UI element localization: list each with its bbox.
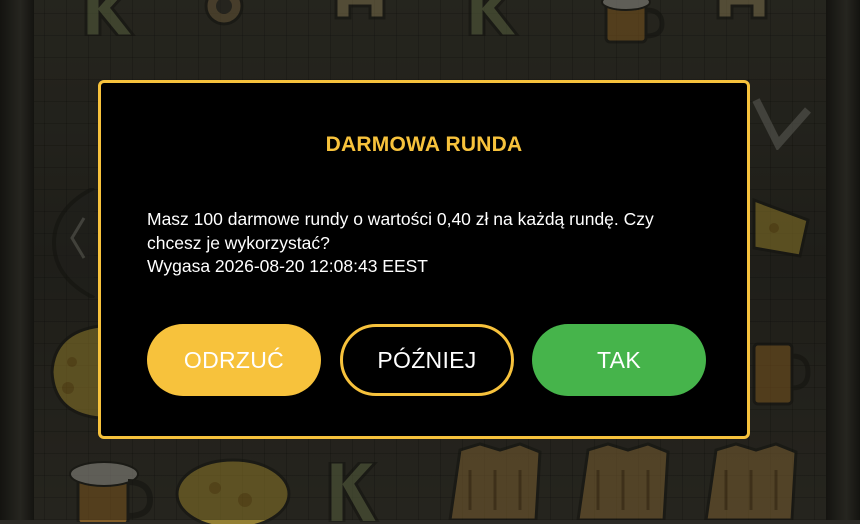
accept-button[interactable]: TAK: [532, 324, 706, 396]
dialog-title: DARMOWA RUNDA: [325, 133, 523, 156]
expiry-text: Wygasa 2026-08-20 12:08:43 EEST: [147, 256, 428, 276]
free-rounds-dialog: DARMOWA RUNDA Masz 100 darmowe rundy o w…: [98, 80, 750, 439]
later-button[interactable]: PÓŹNIEJ: [340, 324, 514, 396]
decline-button[interactable]: ODRZUĆ: [147, 324, 321, 396]
dialog-body: Masz 100 darmowe rundy o wartości 0,40 z…: [147, 208, 707, 279]
dialog-message: Masz 100 darmowe rundy o wartości 0,40 z…: [147, 209, 654, 253]
